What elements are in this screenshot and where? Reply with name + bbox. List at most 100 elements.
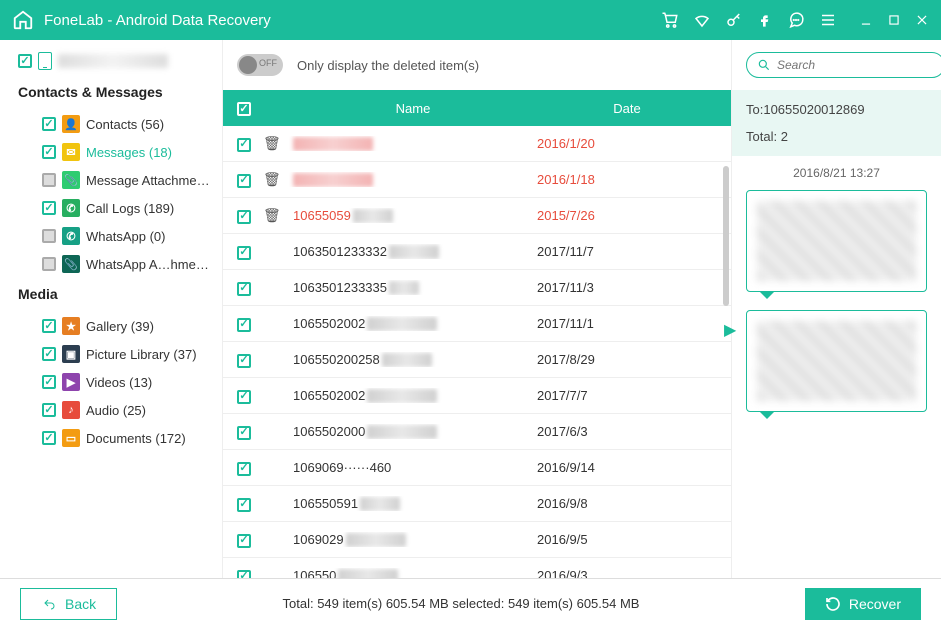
phone-icon bbox=[38, 52, 52, 70]
row-checkbox[interactable] bbox=[237, 210, 251, 224]
table-row[interactable]: 🗑 2016/1/18 bbox=[223, 162, 731, 198]
checkbox[interactable] bbox=[42, 319, 56, 333]
row-name: 1069029 bbox=[289, 532, 537, 548]
header-date[interactable]: Date bbox=[537, 101, 717, 116]
checkbox[interactable] bbox=[42, 229, 56, 243]
cart-icon[interactable] bbox=[661, 11, 679, 29]
device-row[interactable] bbox=[18, 52, 214, 70]
key-icon[interactable] bbox=[725, 11, 743, 29]
row-checkbox[interactable] bbox=[237, 570, 251, 578]
row-name: 106550591 bbox=[289, 496, 537, 512]
recover-icon bbox=[825, 596, 841, 612]
table-row[interactable]: 🗑2016/1/20 bbox=[223, 126, 731, 162]
sidebar-item-call-logs[interactable]: ✆Call Logs (189) bbox=[18, 194, 214, 222]
checkbox[interactable] bbox=[42, 403, 56, 417]
recover-button[interactable]: Recover bbox=[805, 588, 921, 620]
header-name[interactable]: Name bbox=[289, 101, 537, 116]
table-row[interactable]: 10655020022017/11/1 bbox=[223, 306, 731, 342]
sidebar-item-audio[interactable]: ♪Audio (25) bbox=[18, 396, 214, 424]
checkbox[interactable] bbox=[42, 431, 56, 445]
table-row[interactable]: 1065505912016/9/8 bbox=[223, 486, 731, 522]
row-checkbox[interactable] bbox=[237, 138, 251, 152]
only-deleted-toggle[interactable]: OFF bbox=[237, 54, 283, 76]
row-date: 2017/11/3 bbox=[537, 280, 717, 295]
checkbox[interactable] bbox=[42, 257, 56, 271]
sidebar-item-gallery[interactable]: ★Gallery (39) bbox=[18, 312, 214, 340]
table-body[interactable]: 🗑2016/1/20🗑2016/1/18🗑106550592015/7/2610… bbox=[223, 126, 731, 578]
sidebar-item-videos[interactable]: ▶Videos (13) bbox=[18, 368, 214, 396]
home-icon[interactable] bbox=[12, 9, 34, 31]
trash-icon[interactable]: 🗑 bbox=[263, 171, 281, 187]
row-checkbox[interactable] bbox=[237, 426, 251, 440]
trash-icon[interactable]: 🗑 bbox=[263, 207, 281, 223]
wifi-icon[interactable] bbox=[693, 11, 711, 29]
table-row[interactable]: 10655020002017/6/3 bbox=[223, 414, 731, 450]
sidebar-item-label: Picture Library (37) bbox=[86, 347, 197, 362]
table-row[interactable]: 10690292016/9/5 bbox=[223, 522, 731, 558]
expand-handle-icon[interactable]: ▶ bbox=[724, 320, 736, 340]
message-bubble[interactable] bbox=[746, 310, 927, 412]
row-checkbox[interactable] bbox=[237, 174, 251, 188]
row-date: 2016/1/18 bbox=[537, 172, 717, 187]
search-icon bbox=[757, 58, 771, 72]
row-date: 2017/6/3 bbox=[537, 424, 717, 439]
picture-library-icon: ▣ bbox=[62, 345, 80, 363]
table-row[interactable]: 10635012333352017/11/3 bbox=[223, 270, 731, 306]
table-row[interactable]: 10635012333322017/11/7 bbox=[223, 234, 731, 270]
checkbox[interactable] bbox=[42, 173, 56, 187]
row-name bbox=[289, 172, 537, 188]
select-all-checkbox[interactable] bbox=[237, 102, 251, 116]
sidebar-item-documents[interactable]: ▭Documents (172) bbox=[18, 424, 214, 452]
table-row[interactable]: 1069069······4602016/9/14 bbox=[223, 450, 731, 486]
close-icon[interactable] bbox=[915, 13, 929, 27]
table-row[interactable]: 1065502002582017/8/29 bbox=[223, 342, 731, 378]
checkbox[interactable] bbox=[42, 201, 56, 215]
sidebar-item-label: Messages (18) bbox=[86, 145, 172, 160]
row-checkbox[interactable] bbox=[237, 498, 251, 512]
sidebar-item-msg-attach[interactable]: 📎Message Attachments (0) bbox=[18, 166, 214, 194]
row-checkbox[interactable] bbox=[237, 462, 251, 476]
sidebar-item-picture-library[interactable]: ▣ Picture Library (37) bbox=[18, 340, 214, 368]
search-input[interactable] bbox=[777, 58, 934, 72]
row-checkbox[interactable] bbox=[237, 354, 251, 368]
sidebar-item-whatsapp-attach[interactable]: 📎WhatsApp A…hments (0) bbox=[18, 250, 214, 278]
maximize-icon[interactable] bbox=[887, 13, 901, 27]
sidebar: Contacts & Messages 👤Contacts (56)✉Messag… bbox=[0, 40, 222, 578]
row-checkbox[interactable] bbox=[237, 318, 251, 332]
group-title: Contacts & Messages bbox=[18, 84, 214, 100]
row-checkbox[interactable] bbox=[237, 390, 251, 404]
trash-icon[interactable]: 🗑 bbox=[263, 135, 281, 151]
checkbox[interactable] bbox=[42, 117, 56, 131]
sidebar-item-whatsapp[interactable]: ✆WhatsApp (0) bbox=[18, 222, 214, 250]
toolbar: OFF Only display the deleted item(s) bbox=[223, 40, 731, 90]
sidebar-item-contacts[interactable]: 👤Contacts (56) bbox=[18, 110, 214, 138]
back-button[interactable]: Back bbox=[20, 588, 117, 620]
sidebar-item-label: Documents (172) bbox=[86, 431, 186, 446]
table-row[interactable]: 10655020022017/7/7 bbox=[223, 378, 731, 414]
sidebar-item-messages[interactable]: ✉Messages (18) bbox=[18, 138, 214, 166]
message-timestamp: 2016/8/21 13:27 bbox=[746, 166, 927, 180]
call-logs-icon: ✆ bbox=[62, 199, 80, 217]
checkbox[interactable] bbox=[42, 347, 56, 361]
message-bubble[interactable] bbox=[746, 190, 927, 292]
sidebar-item-label: Contacts (56) bbox=[86, 117, 164, 132]
row-name: 106550 bbox=[289, 568, 537, 578]
checkbox[interactable] bbox=[42, 145, 56, 159]
minimize-icon[interactable] bbox=[859, 13, 873, 27]
to-label: To: bbox=[746, 102, 763, 117]
videos-icon: ▶ bbox=[62, 373, 80, 391]
menu-icon[interactable] bbox=[819, 11, 837, 29]
chat-icon[interactable] bbox=[787, 11, 805, 29]
detail-info: To:10655020012869 Total: 2 bbox=[732, 90, 941, 156]
device-name bbox=[58, 54, 168, 68]
table-row[interactable]: 🗑106550592015/7/26 bbox=[223, 198, 731, 234]
row-checkbox[interactable] bbox=[237, 534, 251, 548]
facebook-icon[interactable] bbox=[757, 12, 773, 28]
checkbox[interactable] bbox=[42, 375, 56, 389]
scrollbar[interactable] bbox=[723, 166, 729, 306]
row-checkbox[interactable] bbox=[237, 246, 251, 260]
table-row[interactable]: 1065502016/9/3 bbox=[223, 558, 731, 578]
row-checkbox[interactable] bbox=[237, 282, 251, 296]
search-box[interactable] bbox=[746, 52, 941, 78]
device-checkbox[interactable] bbox=[18, 54, 32, 68]
